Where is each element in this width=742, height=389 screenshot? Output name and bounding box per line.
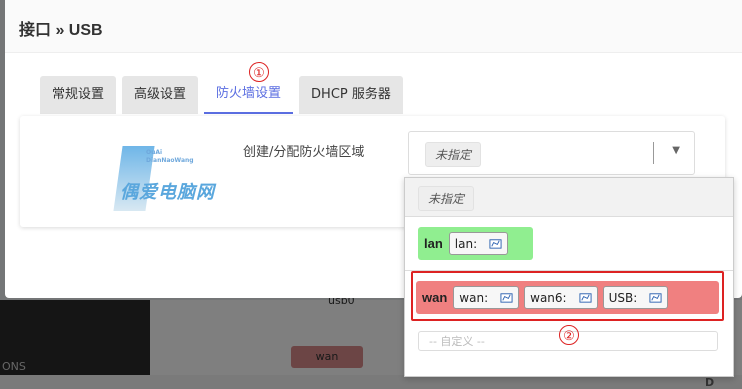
modal-title: 接口 » USB <box>19 22 103 39</box>
selected-value: 未指定 <box>425 142 482 167</box>
wan-highlight-box <box>411 271 724 321</box>
tab-bar: 常规设置 高级设置 防火墙设置 DHCP 服务器 <box>40 76 403 114</box>
firewall-zone-select[interactable]: 未指定 ▼ <box>408 131 695 175</box>
dropdown-option-unspecified[interactable]: 未指定 <box>405 178 733 217</box>
tab-dhcp[interactable]: DHCP 服务器 <box>299 76 403 114</box>
zone-option-lan[interactable]: lan lan: <box>418 227 533 260</box>
annotation-marker-1: ① <box>249 62 269 82</box>
zone-dropdown-list: 未指定 lan lan: wan wan: wan6: USB: -- 自定义 … <box>404 177 734 377</box>
tab-advanced[interactable]: 高级设置 <box>122 76 199 114</box>
annotation-marker-2: ② <box>559 325 579 345</box>
tab-firewall[interactable]: 防火墙设置 <box>204 76 294 114</box>
modal-header: 接口 » USB <box>5 0 742 53</box>
network-port-icon <box>489 239 502 249</box>
caret-down-icon[interactable]: ▼ <box>672 145 680 156</box>
logo-small-text: OuAi DianNaoWang <box>146 149 194 164</box>
tab-general[interactable]: 常规设置 <box>40 76 117 114</box>
firewall-zone-label: 创建/分配防火墙区域 <box>243 145 365 160</box>
zone-name-lan: lan <box>424 236 443 251</box>
unspecified-chip: 未指定 <box>418 186 475 211</box>
interface-chip-lan: lan: <box>448 232 509 255</box>
watermark-logo: OuAi DianNaoWang 偶爱电脑网 <box>110 146 230 211</box>
select-separator <box>653 142 654 164</box>
logo-big-text: 偶爱电脑网 <box>120 182 215 203</box>
